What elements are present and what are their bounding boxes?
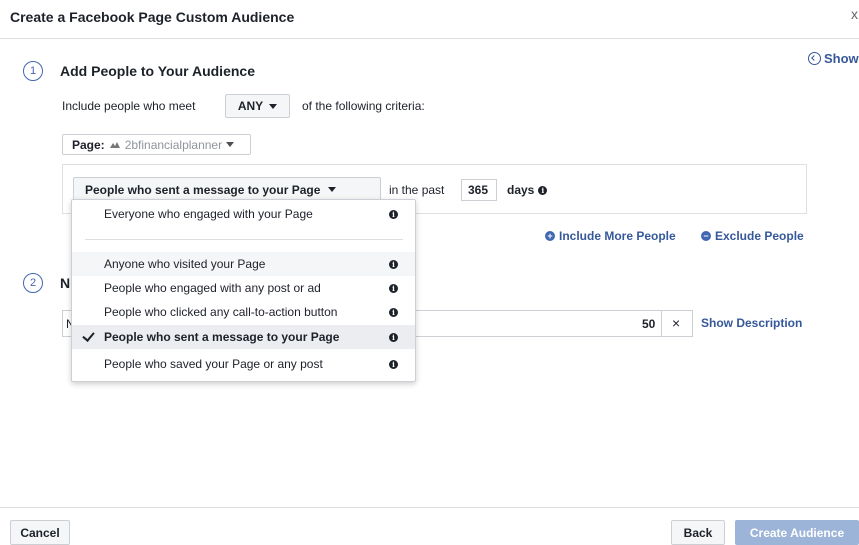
criteria-suffix: of the following criteria: [302, 99, 425, 113]
menu-item-label: People who sent a message to your Page [104, 330, 340, 344]
close-icon[interactable]: x [851, 6, 858, 22]
menu-item-label: Anyone who visited your Page [104, 257, 266, 271]
match-dropdown-label: ANY [237, 99, 264, 113]
menu-item-label: Everyone who engaged with your Page [104, 207, 313, 221]
caret-down-icon [328, 187, 337, 192]
caret-down-icon [226, 142, 235, 147]
exclude-people-label: Exclude People [715, 229, 804, 243]
match-dropdown[interactable]: ANY [225, 94, 290, 118]
char-count: 50 [642, 317, 656, 331]
include-more-people-label: Include More People [559, 229, 676, 243]
days-input[interactable]: 365 [461, 179, 497, 201]
menu-divider [85, 239, 403, 240]
info-icon[interactable]: i [389, 209, 398, 219]
days-label: days [507, 183, 535, 197]
menu-item-saved-page[interactable]: People who saved your Page or any post i [72, 352, 415, 376]
step-2-title: N [60, 275, 71, 291]
page-selector-value: 2bfinancialplanner [124, 137, 223, 152]
page-avatar-icon [109, 141, 120, 148]
show-description-link[interactable]: Show Description [701, 316, 802, 330]
engagement-type-menu: Everyone who engaged with your Page i An… [71, 199, 416, 382]
show-link[interactable]: Show [808, 51, 859, 66]
include-more-people-link[interactable]: + Include More People [545, 229, 676, 243]
step-1-number: 1 [23, 61, 43, 81]
page-selector[interactable]: Page: 2bfinancialplanner [62, 134, 251, 155]
show-link-label: Show [824, 51, 859, 66]
input-divider [661, 311, 662, 336]
info-icon[interactable]: i [389, 359, 398, 369]
menu-item-label: People who saved your Page or any post [104, 357, 323, 371]
dialog-title: Create a Facebook Page Custom Audience [10, 9, 295, 25]
exclude-people-link[interactable]: − Exclude People [701, 229, 804, 243]
in-past-label: in the past [389, 183, 445, 197]
menu-item-sent-message[interactable]: People who sent a message to your Page i [72, 325, 415, 349]
minus-circle-icon: − [701, 231, 711, 241]
menu-item-engaged-post-ad[interactable]: People who engaged with any post or ad i [72, 276, 415, 300]
info-icon[interactable]: i [389, 332, 398, 342]
info-icon[interactable]: i [389, 259, 398, 269]
step-2-number: 2 [23, 273, 43, 293]
info-icon[interactable]: i [389, 307, 398, 317]
menu-item-label: People who clicked any call-to-action bu… [104, 305, 338, 319]
create-audience-button[interactable]: Create Audience [735, 520, 859, 545]
menu-item-label: People who engaged with any post or ad [104, 281, 321, 295]
info-icon[interactable]: i [389, 283, 398, 293]
criteria-prefix: Include people who meet [62, 99, 196, 113]
caret-down-icon [269, 103, 278, 109]
header-divider [0, 38, 859, 39]
plus-circle-icon: + [545, 231, 555, 241]
footer-divider [0, 507, 859, 508]
menu-item-everyone-engaged[interactable]: Everyone who engaged with your Page i [72, 202, 415, 226]
chevron-circle-icon [808, 52, 821, 65]
checkmark-icon [82, 329, 95, 342]
days-label-group: days i [507, 183, 548, 197]
menu-item-clicked-cta[interactable]: People who clicked any call-to-action bu… [72, 300, 415, 324]
info-icon[interactable]: i [538, 185, 548, 195]
page-selector-label: Page: [72, 137, 105, 152]
menu-item-visited-page[interactable]: Anyone who visited your Page i [72, 252, 415, 276]
step-1-title: Add People to Your Audience [60, 63, 255, 79]
back-button[interactable]: Back [671, 520, 725, 545]
engagement-type-label: People who sent a message to your Page [85, 182, 321, 197]
clear-icon[interactable]: × [672, 315, 680, 331]
cancel-button[interactable]: Cancel [10, 520, 70, 545]
